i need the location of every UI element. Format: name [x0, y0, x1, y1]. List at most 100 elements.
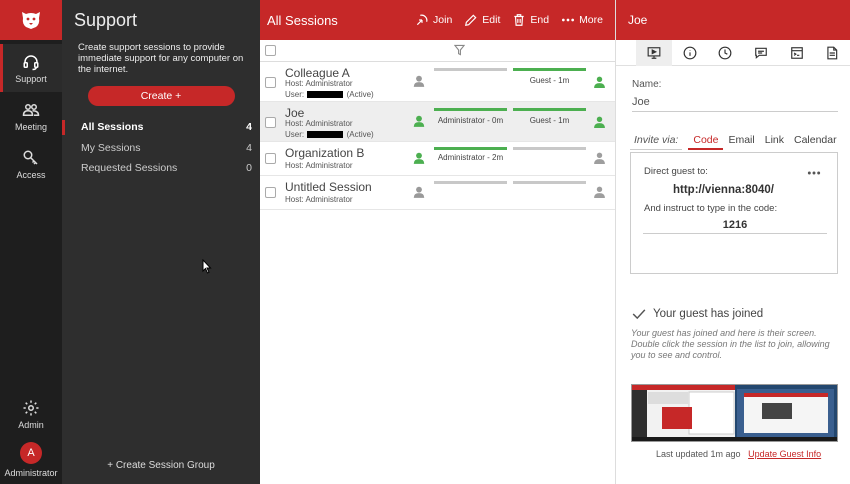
guest-bar-label: Guest - 1m [529, 116, 570, 125]
session-row-organization-b[interactable]: Organization B Host: Administrator Admin… [260, 142, 615, 176]
rail-label-meeting: Meeting [14, 121, 48, 132]
tab-commands[interactable] [779, 40, 815, 66]
tab-notes[interactable] [814, 40, 850, 66]
tab-messages[interactable] [743, 40, 779, 66]
rail-item-access[interactable]: Access [0, 140, 62, 188]
last-updated-text: Last updated 1m ago [656, 449, 741, 459]
join-button[interactable]: Join [415, 13, 452, 27]
sessions-title: All Sessions [267, 12, 338, 28]
create-session-group-link[interactable]: + Create Session Group [62, 460, 260, 471]
rail-item-support[interactable]: Support [0, 44, 62, 92]
rail-item-user[interactable]: A Administrator [0, 436, 62, 484]
rail-label-access: Access [16, 169, 46, 180]
session-row-untitled-session[interactable]: Untitled Session Host: Administrator [260, 176, 615, 210]
group-my-sessions[interactable]: My Sessions 4 [62, 138, 260, 159]
invite-via-label: Invite via: [630, 132, 683, 150]
filter-icon[interactable] [454, 44, 465, 56]
invite-tab-email[interactable]: Email [723, 132, 759, 150]
session-name: Organization B [285, 146, 365, 160]
support-description: Create support sessions to provide immed… [78, 42, 244, 75]
row-checkbox[interactable] [265, 117, 276, 128]
session-user-prefix: User: [285, 90, 305, 99]
host-screen-icon [413, 186, 425, 198]
create-session-button[interactable]: Create + [87, 86, 235, 106]
clock-icon [718, 46, 732, 59]
join-label: Join [433, 14, 453, 26]
guest-status-bar [513, 68, 586, 71]
details-tabs [616, 39, 850, 66]
more-dots-icon [562, 18, 575, 22]
session-host: Host: Administrator [285, 119, 353, 128]
host-bar-label: Administrator - 2m [437, 153, 504, 162]
invite-via-tabs: Invite via: Code Email Link Calendar [630, 132, 842, 150]
select-all-checkbox[interactable] [265, 45, 276, 56]
host-screen-icon [413, 115, 425, 127]
session-name: Joe [285, 106, 305, 120]
guest-bar-label: Guest - 1m [529, 76, 570, 85]
host-status-bar [434, 147, 507, 150]
guest-status-bar [513, 108, 586, 111]
sessions-filter-row [260, 40, 615, 62]
tab-general[interactable] [672, 40, 708, 66]
rail-item-admin[interactable]: Admin [0, 392, 62, 436]
host-bar-label: Administrator - 0m [437, 116, 504, 125]
guest-person-icon [594, 186, 605, 198]
rail-item-meeting[interactable]: Meeting [0, 92, 62, 140]
guest-person-icon [594, 152, 605, 164]
guest-person-icon [594, 116, 605, 128]
avatar: A [20, 442, 42, 464]
name-field[interactable]: Joe [632, 96, 838, 112]
update-guest-info-link[interactable]: Update Guest Info [748, 449, 821, 459]
last-updated: Last updated 1m ago Update Guest Info [656, 449, 821, 459]
tab-start[interactable] [636, 39, 672, 66]
invite-tab-calendar[interactable]: Calendar [789, 132, 842, 150]
guest-screen-thumbnail[interactable] [631, 384, 838, 442]
row-checkbox[interactable] [265, 153, 276, 164]
session-row-joe[interactable]: Joe Host: Administrator User: (Active) A… [260, 102, 615, 142]
group-requested-sessions[interactable]: Requested Sessions 0 [62, 158, 260, 179]
support-panel: Support Create support sessions to provi… [62, 0, 260, 484]
host-screen-icon [413, 75, 425, 87]
guest-person-icon [594, 76, 605, 88]
more-button[interactable]: More [561, 13, 603, 27]
invite-tab-code[interactable]: Code [688, 132, 724, 150]
session-code: 1216 [643, 219, 827, 234]
rail-bottom: Admin A Administrator [0, 392, 62, 484]
app-logo[interactable] [0, 0, 62, 40]
end-button[interactable]: End [512, 13, 549, 27]
terminal-icon [790, 46, 803, 59]
host-screen-icon [413, 152, 425, 164]
session-groups: All Sessions 4 My Sessions 4 Requested S… [62, 117, 260, 179]
group-count: 4 [246, 141, 252, 154]
rail-label-user: Administrator [4, 468, 58, 478]
session-row-colleague-a[interactable]: Colleague A Host: Administrator User: (A… [260, 62, 615, 102]
row-checkbox[interactable] [265, 77, 276, 88]
guest-screen-image [632, 385, 837, 441]
details-panel: Joe Name: Joe Invite via: Code Email Lin… [616, 0, 850, 484]
monitor-icon [647, 46, 661, 59]
tab-timeline[interactable] [707, 40, 743, 66]
session-name: Colleague A [285, 66, 350, 80]
left-rail: Support Meeting Access Admin A Administr… [0, 0, 62, 484]
group-all-sessions[interactable]: All Sessions 4 [62, 117, 260, 138]
edit-button[interactable]: Edit [464, 13, 500, 27]
chat-icon [755, 47, 767, 59]
row-checkbox[interactable] [265, 187, 276, 198]
host-status-bar [434, 181, 507, 184]
sessions-header: All Sessions Join Edit End More [260, 0, 615, 40]
end-label: End [530, 14, 550, 26]
document-icon [827, 46, 838, 59]
more-dots-icon[interactable] [807, 170, 821, 176]
edit-label: Edit [482, 14, 501, 26]
sessions-panel: All Sessions Join Edit End More Colleagu… [260, 0, 616, 484]
mouse-cursor-icon [202, 259, 212, 274]
instruct-text: And instruct to type in the code: [644, 203, 778, 214]
rail-label-support: Support [15, 73, 47, 84]
pencil-icon [465, 14, 477, 26]
group-label: All Sessions [81, 121, 144, 133]
guest-status-bar [513, 181, 586, 184]
session-user-suffix: (Active) [346, 130, 374, 139]
invite-tab-link[interactable]: Link [760, 132, 789, 150]
group-label: My Sessions [81, 141, 141, 154]
group-count: 4 [246, 121, 252, 133]
